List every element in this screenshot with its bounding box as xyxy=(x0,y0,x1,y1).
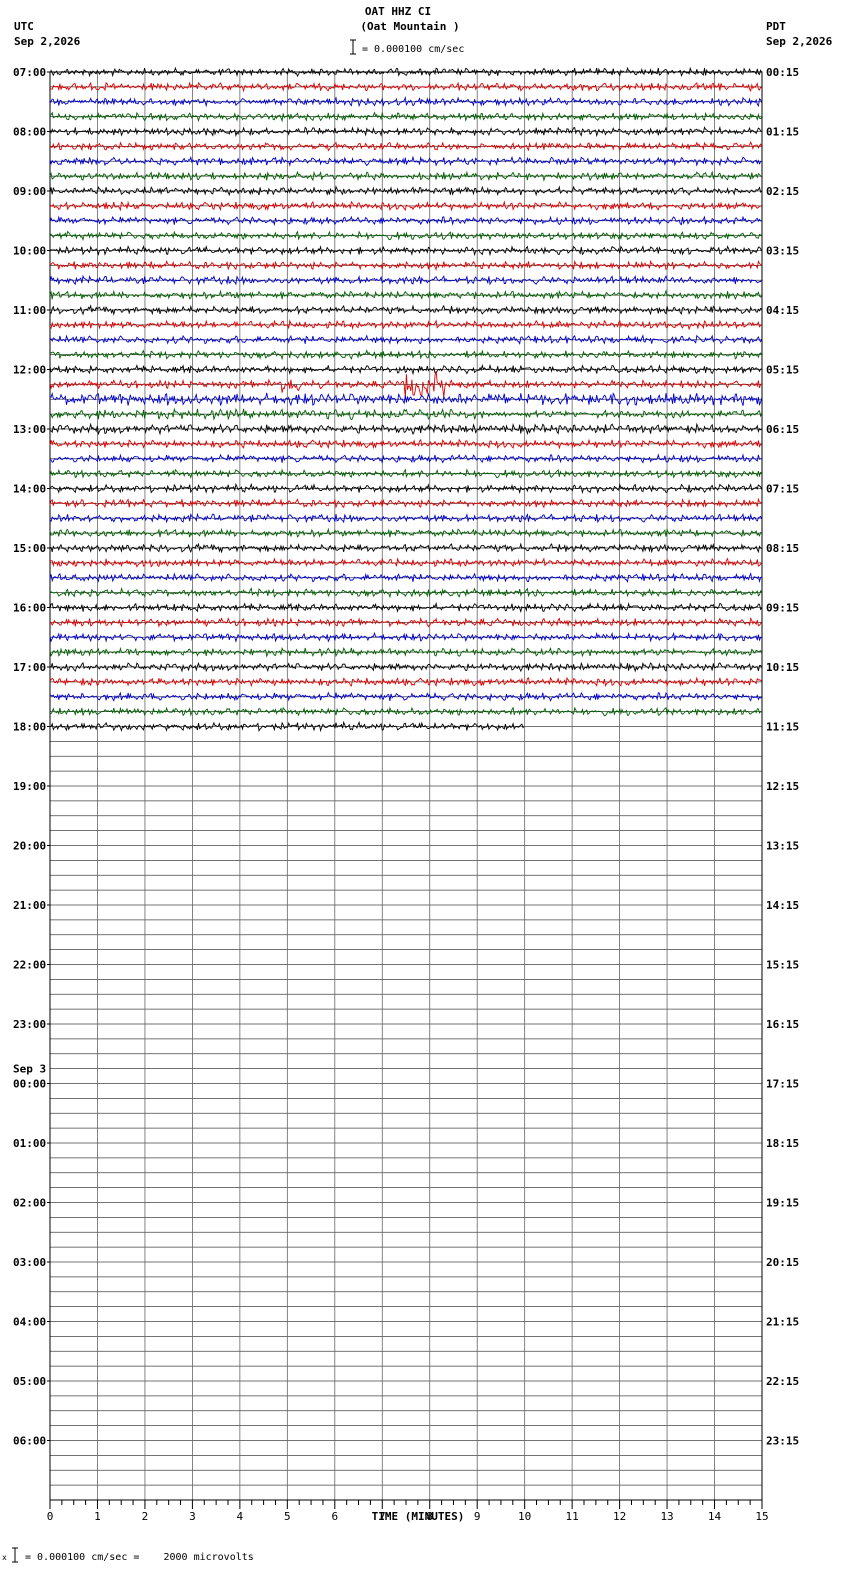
x-tick-label: 10 xyxy=(518,1510,531,1523)
utc-hour-label: 01:00 xyxy=(13,1137,46,1150)
station-location: (Oat Mountain ) xyxy=(360,20,459,33)
x-tick-label: 1 xyxy=(94,1510,101,1523)
utc-hour-label: 17:00 xyxy=(13,661,46,674)
utc-hour-label: 11:00 xyxy=(13,304,46,317)
left-timezone: UTC xyxy=(14,20,34,33)
utc-hour-labels: 07:00 08:00 09:00 10:00 11:00 12:00 13:00 14:00… xyxy=(13,66,50,1448)
utc-hour-label: 09:00 xyxy=(13,185,46,198)
x-axis-label: TIME (MINUTES) xyxy=(372,1510,465,1523)
utc-hour-label: 23:00 xyxy=(13,1018,46,1031)
local-hour-label: 14:15 xyxy=(766,899,799,912)
utc-hour-label: 08:00 xyxy=(13,126,46,139)
local-hour-label: 08:15 xyxy=(766,542,799,555)
scale-label: = 0.000100 cm/sec xyxy=(362,44,464,55)
footer-scale-note: = 0.000100 cm/sec = 2000 microvolts xyxy=(25,1552,254,1563)
utc-hour-label: 04:00 xyxy=(13,1316,46,1329)
utc-hour-label: 14:00 xyxy=(13,483,46,496)
local-hour-label: 13:15 xyxy=(766,840,799,853)
local-hour-label: 01:15 xyxy=(766,126,799,139)
trace-row xyxy=(49,319,763,331)
utc-hour-label: 22:00 xyxy=(13,959,46,972)
local-hour-label: 22:15 xyxy=(766,1375,799,1388)
x-tick-label: 5 xyxy=(284,1510,291,1523)
seismic-traces xyxy=(49,66,763,733)
trace-row xyxy=(49,155,762,167)
utc-hour-label: 07:00 xyxy=(13,66,46,79)
local-hour-label: 17:15 xyxy=(766,1078,799,1091)
x-tick-label: 12 xyxy=(613,1510,626,1523)
helicorder-plot: OAT HHZ CI (Oat Mountain ) = 0.000100 cm… xyxy=(2,5,833,1563)
utc-hour-label: 00:00 xyxy=(13,1078,46,1091)
local-hour-label: 00:15 xyxy=(766,66,799,79)
utc-hour-label: 18:00 xyxy=(13,721,46,734)
trace-row xyxy=(49,468,762,479)
local-hour-labels: 00:15 01:15 02:15 03:15 04:15 05:15 06:15 07:15… xyxy=(766,66,799,1448)
utc-hour-label: 03:00 xyxy=(13,1256,46,1269)
x-tick-label: 13 xyxy=(660,1510,673,1523)
trace-row xyxy=(49,170,762,182)
date-change-label: Sep 3 xyxy=(13,1063,46,1076)
trace-row xyxy=(49,230,763,242)
utc-hour-label: 15:00 xyxy=(13,542,46,555)
x-tick-label: 6 xyxy=(331,1510,338,1523)
utc-hour-label: 06:00 xyxy=(13,1435,46,1448)
utc-hour-label: 19:00 xyxy=(13,780,46,793)
local-hour-label: 11:15 xyxy=(766,721,799,734)
trace-row xyxy=(49,95,763,108)
local-hour-label: 15:15 xyxy=(766,959,799,972)
utc-hour-label: 20:00 xyxy=(13,840,46,853)
left-date: Sep 2,2026 xyxy=(14,35,81,48)
plot-grid xyxy=(49,71,763,1501)
trace-row xyxy=(49,334,763,345)
x-tick-label: 11 xyxy=(566,1510,579,1523)
local-hour-label: 02:15 xyxy=(766,185,799,198)
right-date: Sep 2,2026 xyxy=(766,35,833,48)
scale-bar-icon xyxy=(350,39,356,55)
local-hour-label: 03:15 xyxy=(766,245,799,258)
x-tick-label: 15 xyxy=(755,1510,768,1523)
trace-row xyxy=(49,482,763,495)
local-hour-label: 16:15 xyxy=(766,1018,799,1031)
trace-row xyxy=(49,125,762,138)
x-tick-label: 9 xyxy=(474,1510,481,1523)
x-tick-label: 4 xyxy=(237,1510,244,1523)
local-hour-label: 06:15 xyxy=(766,423,799,436)
local-hour-label: 12:15 xyxy=(766,780,799,793)
footer-scale-icon xyxy=(12,1547,18,1563)
local-hour-label: 10:15 xyxy=(766,661,799,674)
utc-hour-label: 05:00 xyxy=(13,1375,46,1388)
trace-row xyxy=(49,81,762,93)
utc-hour-label: 02:00 xyxy=(13,1197,46,1210)
local-hour-label: 21:15 xyxy=(766,1316,799,1329)
x-tick-label: 2 xyxy=(142,1510,149,1523)
local-hour-label: 09:15 xyxy=(766,602,799,615)
local-hour-label: 18:15 xyxy=(766,1137,799,1150)
x-tick-label: 0 xyxy=(47,1510,54,1523)
utc-hour-label: 16:00 xyxy=(13,602,46,615)
station-title: OAT HHZ CI xyxy=(365,5,431,18)
local-hour-label: 20:15 xyxy=(766,1256,799,1269)
trace-row xyxy=(49,646,763,658)
x-tick-label: 3 xyxy=(189,1510,196,1523)
local-hour-label: 04:15 xyxy=(766,304,799,317)
utc-hour-label: 10:00 xyxy=(13,245,46,258)
utc-hour-label: 13:00 xyxy=(13,423,46,436)
x-tick-label: 14 xyxy=(708,1510,722,1523)
utc-hour-label: 21:00 xyxy=(13,899,46,912)
utc-hour-label: 12:00 xyxy=(13,364,46,377)
local-hour-label: 07:15 xyxy=(766,483,799,496)
local-hour-label: 19:15 xyxy=(766,1197,799,1210)
local-hour-label: 23:15 xyxy=(766,1435,799,1448)
right-timezone: PDT xyxy=(766,20,786,33)
local-hour-label: 05:15 xyxy=(766,364,799,377)
footer-marker: x xyxy=(2,1553,7,1562)
